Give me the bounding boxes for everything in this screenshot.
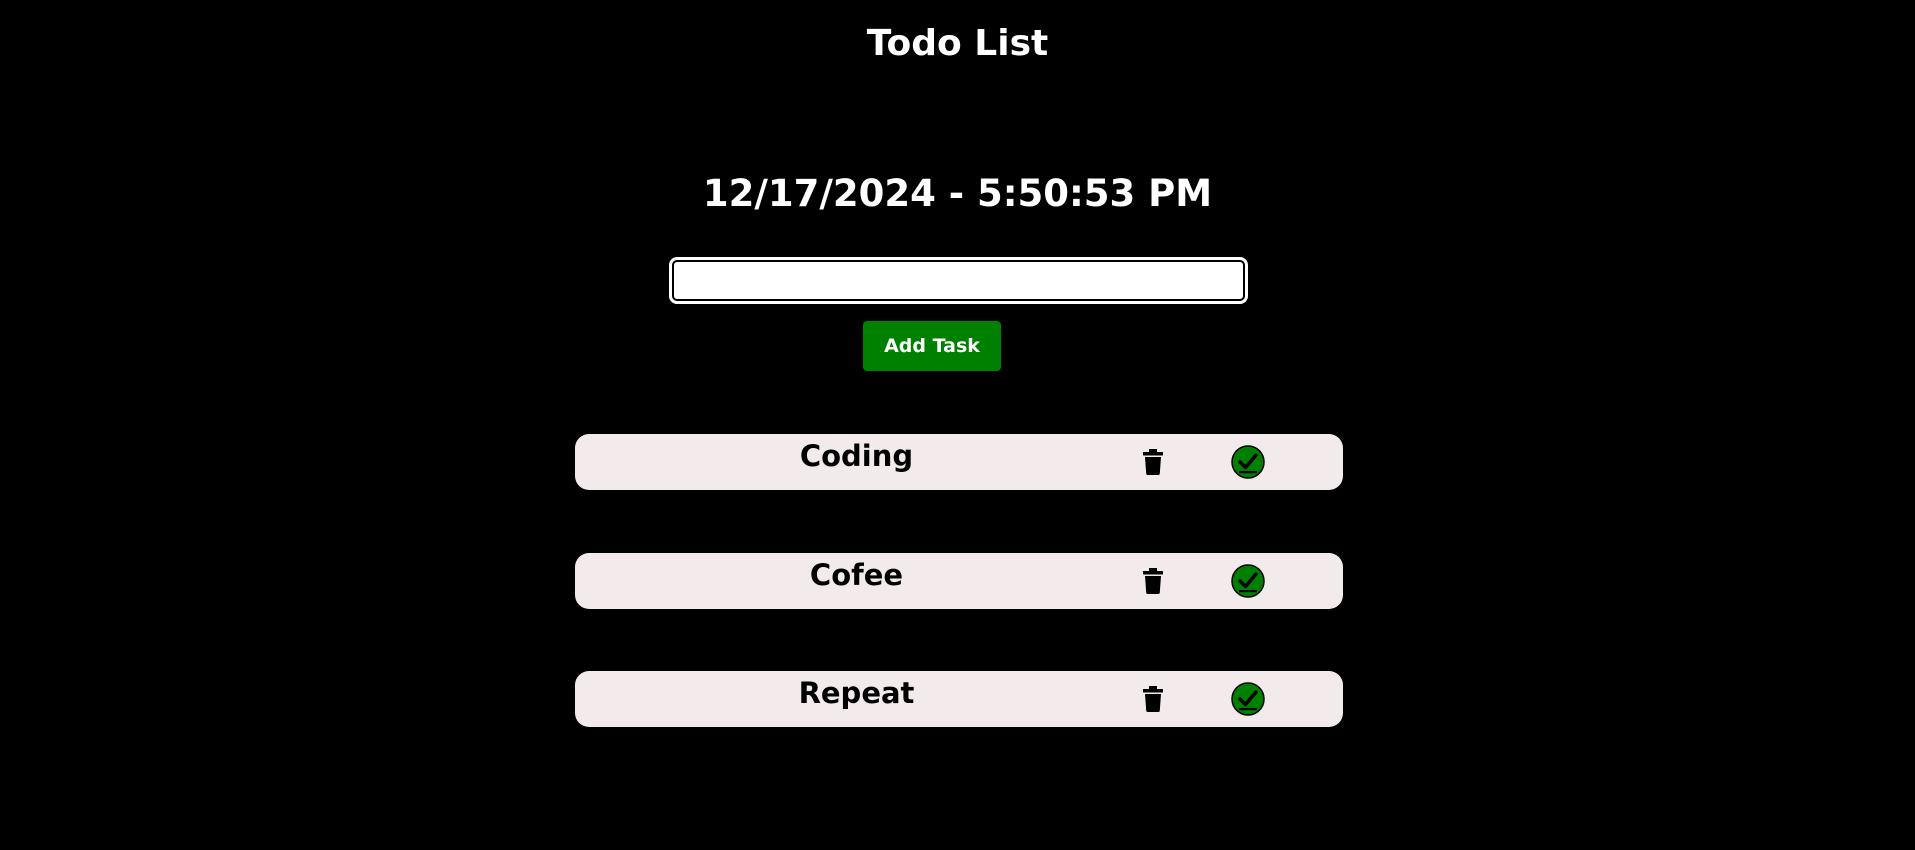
check-circle-icon [1231, 682, 1265, 716]
task-item: Repeat [575, 671, 1343, 727]
delete-task-button[interactable] [1131, 446, 1175, 478]
task-text: Cofee [809, 558, 904, 592]
add-task-button[interactable]: Add Task [863, 321, 1001, 371]
check-circle-icon [1231, 445, 1265, 479]
delete-task-button[interactable] [1131, 565, 1175, 597]
trash-icon [1143, 449, 1163, 475]
task-text: Repeat [798, 676, 915, 710]
task-text: Coding [799, 439, 914, 473]
task-item: Cofee [575, 553, 1343, 609]
page-title: Todo List [866, 23, 1049, 64]
complete-task-button[interactable] [1230, 563, 1266, 599]
delete-task-button[interactable] [1131, 683, 1175, 715]
check-circle-icon [1231, 564, 1265, 598]
trash-icon [1143, 568, 1163, 594]
task-input[interactable] [669, 257, 1248, 304]
current-datetime: 12/17/2024 - 5:50:53 PM [702, 172, 1213, 215]
todo-app: Todo List 12/17/2024 - 5:50:53 PM Add Ta… [0, 0, 1915, 850]
complete-task-button[interactable] [1230, 681, 1266, 717]
trash-icon [1143, 686, 1163, 712]
complete-task-button[interactable] [1230, 444, 1266, 480]
task-item: Coding [575, 434, 1343, 490]
